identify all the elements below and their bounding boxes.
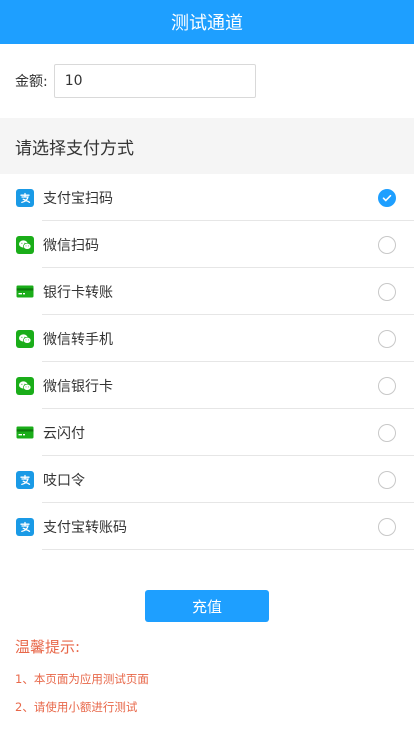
- submit-area: 充值: [0, 590, 414, 622]
- alipay-icon: [16, 517, 34, 536]
- tip-line: 1、本页面为应用测试页面: [15, 672, 149, 686]
- tips-section: 温馨提示: 1、本页面为应用测试页面 2、请使用小额进行测试: [15, 636, 149, 727]
- radio-unchecked-icon[interactable]: [378, 470, 396, 489]
- tip-line: 2、请使用小额进行测试: [15, 700, 138, 714]
- bank-card-icon: [16, 424, 34, 442]
- radio-unchecked-icon[interactable]: [378, 517, 396, 536]
- amount-row: 金额:: [0, 44, 414, 118]
- method-label: 吱口令: [43, 472, 85, 489]
- method-item-alipay-transfer-code[interactable]: 支付宝转账码: [0, 503, 414, 550]
- radio-unchecked-icon[interactable]: [378, 329, 396, 348]
- radio-unchecked-icon[interactable]: [378, 282, 396, 301]
- radio-unchecked-icon[interactable]: [378, 235, 396, 254]
- method-item-wechat-scan[interactable]: 微信扫码: [0, 221, 414, 268]
- method-label: 支付宝转账码: [43, 519, 127, 536]
- wechat-icon: [16, 235, 34, 254]
- alipay-icon: [16, 188, 34, 207]
- method-item-wechat-bank-card[interactable]: 微信银行卡: [0, 362, 414, 409]
- radio-unchecked-icon[interactable]: [378, 376, 396, 395]
- recharge-button[interactable]: 充值: [145, 590, 269, 622]
- amount-input[interactable]: [53, 64, 256, 98]
- payment-method-heading: 请选择支付方式: [0, 118, 414, 174]
- alipay-icon: [16, 470, 34, 489]
- payment-method-list: 支付宝扫码 微信扫码 银行卡转账 微信转手机 微信银行卡 云闪付 吱口令 支付宝…: [0, 174, 414, 550]
- tips-title: 温馨提示:: [15, 638, 81, 656]
- method-item-alipay-code[interactable]: 吱口令: [0, 456, 414, 503]
- method-label: 云闪付: [43, 425, 85, 442]
- radio-checked-icon[interactable]: [378, 188, 396, 207]
- method-label: 银行卡转账: [43, 284, 113, 301]
- method-label: 微信转手机: [43, 331, 113, 348]
- method-item-cloud-quickpass[interactable]: 云闪付: [0, 409, 414, 456]
- page-title: 测试通道: [171, 13, 243, 34]
- method-item-wechat-to-phone[interactable]: 微信转手机: [0, 315, 414, 362]
- method-item-alipay-scan[interactable]: 支付宝扫码: [0, 174, 414, 221]
- wechat-icon: [16, 376, 34, 395]
- method-label: 支付宝扫码: [43, 190, 113, 207]
- app-header: 测试通道: [0, 0, 414, 44]
- wechat-icon: [16, 329, 34, 348]
- method-item-bank-transfer[interactable]: 银行卡转账: [0, 268, 414, 315]
- radio-unchecked-icon[interactable]: [378, 423, 396, 442]
- method-label: 微信扫码: [43, 237, 99, 254]
- amount-label: 金额:: [15, 74, 48, 90]
- method-label: 微信银行卡: [43, 378, 113, 395]
- bank-card-icon: [16, 283, 34, 301]
